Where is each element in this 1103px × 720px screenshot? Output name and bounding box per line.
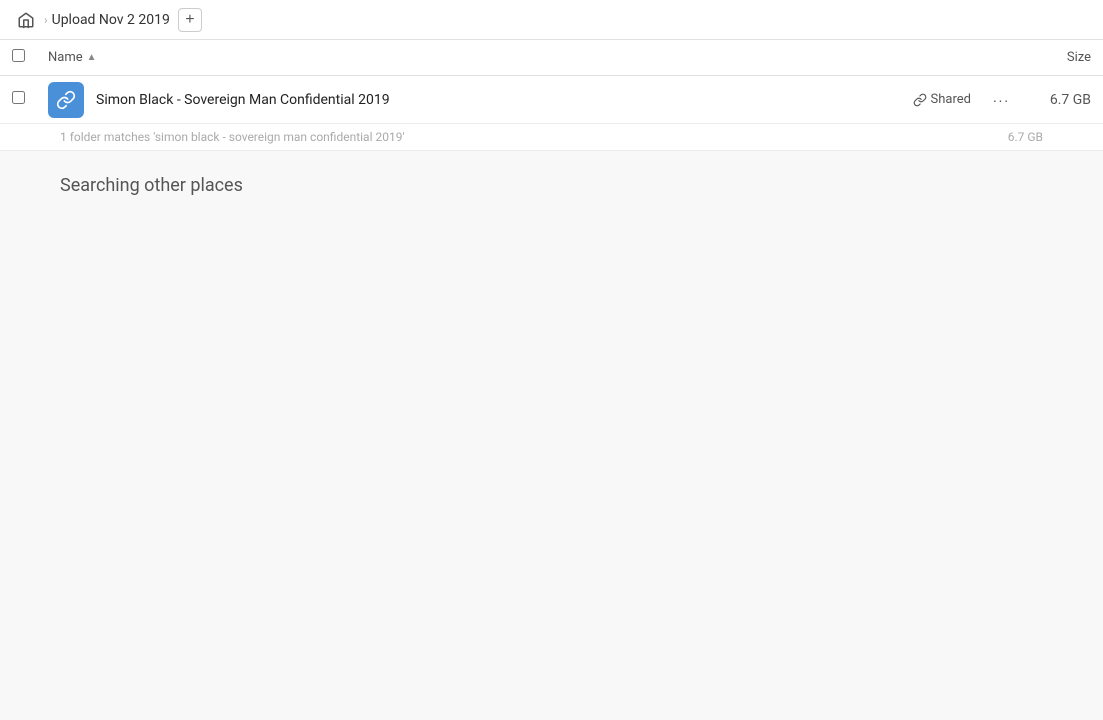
match-info-row: 1 folder matches 'simon black - sovereig…	[0, 124, 1103, 151]
size-column-header: Size	[1011, 50, 1091, 65]
match-size: 6.7 GB	[1008, 130, 1043, 144]
match-info-text: 1 folder matches 'simon black - sovereig…	[60, 130, 1008, 144]
file-row[interactable]: Simon Black - Sovereign Man Confidential…	[0, 76, 1103, 124]
home-button[interactable]	[12, 6, 40, 34]
select-all-checkbox[interactable]	[12, 49, 36, 66]
shared-badge: Shared	[913, 92, 971, 107]
link-icon	[913, 93, 927, 107]
add-button[interactable]: +	[178, 8, 202, 32]
file-icon	[48, 82, 84, 118]
folder-link-icon	[56, 90, 76, 110]
file-name: Simon Black - Sovereign Man Confidential…	[96, 92, 913, 108]
file-size: 6.7 GB	[1031, 92, 1091, 108]
shared-label: Shared	[931, 92, 971, 107]
breadcrumb-title: Upload Nov 2 2019	[52, 12, 170, 28]
searching-section: Searching other places	[0, 151, 1103, 220]
more-options-button[interactable]: ···	[987, 86, 1015, 114]
header-bar: › Upload Nov 2 2019 +	[0, 0, 1103, 40]
breadcrumb-separator: ›	[44, 13, 48, 27]
column-header-row: Name ▲ Size	[0, 40, 1103, 76]
name-column-header[interactable]: Name ▲	[48, 50, 1011, 65]
searching-label: Searching other places	[60, 175, 243, 196]
row-checkbox[interactable]	[12, 91, 36, 108]
home-icon	[17, 11, 35, 29]
